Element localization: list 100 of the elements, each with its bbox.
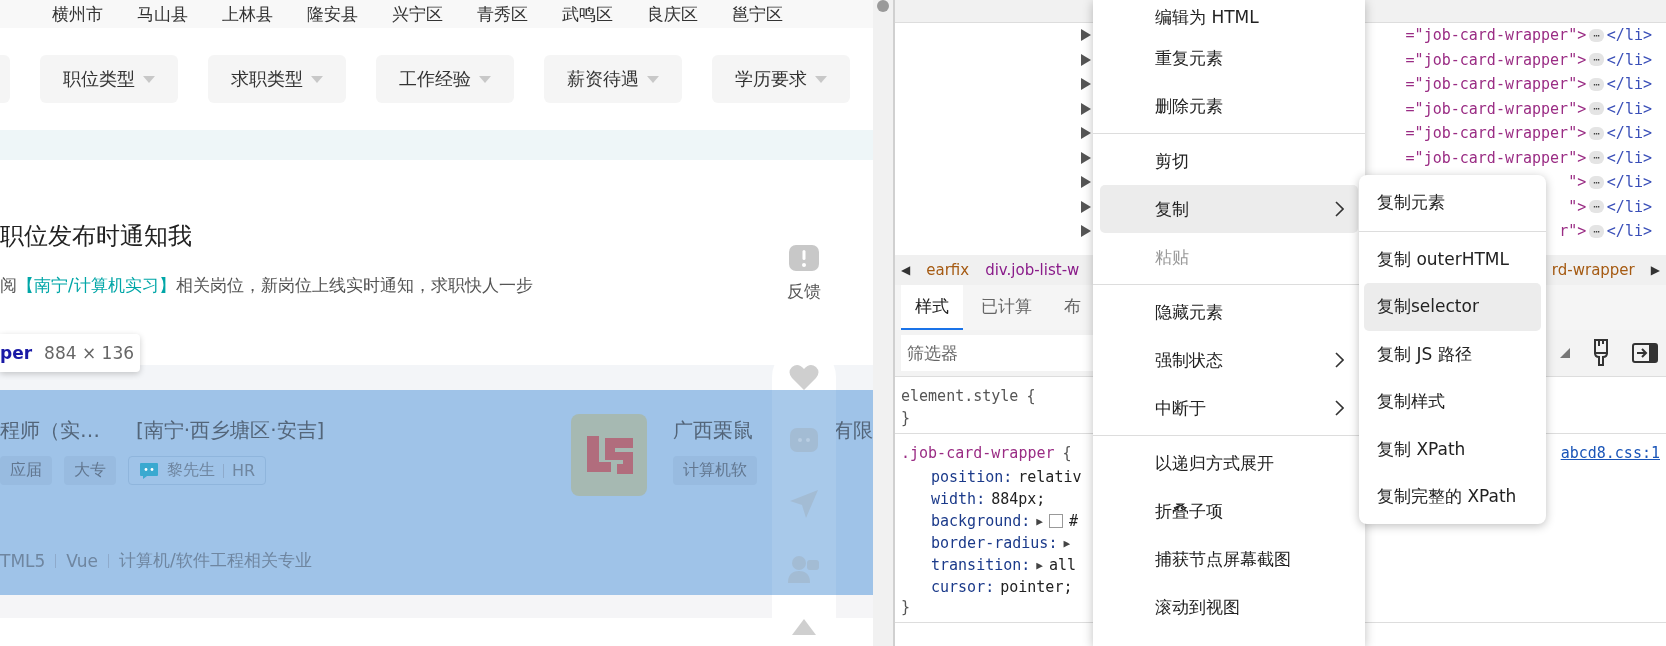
heart-icon bbox=[789, 363, 819, 391]
ellipsis-badge[interactable]: ⋯ bbox=[1589, 200, 1604, 214]
skill-label: TML5 bbox=[0, 550, 46, 571]
filter-dropdown[interactable]: 薪资待遇 bbox=[544, 55, 682, 103]
closing-tag: </li> bbox=[1606, 124, 1652, 143]
panel-tab[interactable]: 已计算 bbox=[967, 285, 1046, 330]
ellipsis-badge[interactable]: ⋯ bbox=[1589, 102, 1604, 116]
menu-item[interactable]: 编辑为 HTML bbox=[1100, 0, 1358, 34]
expand-toggle[interactable]: ▶ bbox=[1036, 558, 1043, 572]
closing-tag: </li> bbox=[1606, 50, 1652, 69]
menu-item[interactable]: 折叠子项 bbox=[1100, 487, 1358, 535]
ellipsis-badge[interactable]: ⋯ bbox=[1589, 28, 1604, 42]
ellipsis-badge[interactable]: ⋯ bbox=[1589, 77, 1604, 91]
location-tab[interactable]: 武鸣区 bbox=[562, 2, 613, 26]
menu-item[interactable]: 中断于 bbox=[1100, 384, 1358, 432]
caret-icon bbox=[479, 75, 491, 83]
menu-item[interactable]: 复制完整的 XPath bbox=[1364, 473, 1541, 521]
breadcrumb[interactable]: earfix bbox=[926, 261, 970, 279]
expand-toggle[interactable]: ▶ bbox=[1063, 536, 1071, 550]
attribute-value: ="job-card-wrapper"> bbox=[1405, 50, 1587, 69]
property-name: transition: bbox=[931, 556, 1031, 574]
location-tab[interactable]: 邕宁区 bbox=[732, 2, 783, 26]
brush-icon bbox=[1592, 339, 1610, 367]
menu-item[interactable]: 滚动到视图 bbox=[1100, 583, 1358, 631]
property-value: # bbox=[1068, 512, 1078, 530]
css-selector: .job-card-wrapper bbox=[901, 444, 1055, 462]
menu-item[interactable]: 强制状态 bbox=[1100, 336, 1358, 384]
property-name: width: bbox=[931, 490, 986, 508]
scroll-right-button[interactable]: ▶ bbox=[1650, 263, 1660, 277]
alert-icon bbox=[788, 243, 820, 272]
menu-item[interactable]: 剪切 bbox=[1100, 137, 1358, 185]
attribute-value: ="job-card-wrapper"> bbox=[1405, 124, 1587, 143]
feedback-button[interactable]: 反馈 bbox=[787, 243, 821, 303]
css-selector: element.style bbox=[901, 387, 1019, 405]
location-tab[interactable]: 横州市 bbox=[52, 2, 103, 26]
location-tab[interactable]: 兴宁区 bbox=[392, 2, 443, 26]
filter-dropdown[interactable]: 学历要求 bbox=[712, 55, 850, 103]
filter-dropdown[interactable]: 工作经验 bbox=[376, 55, 514, 103]
menu-item[interactable]: 删除元素 bbox=[1100, 82, 1358, 130]
attribute-value: "> bbox=[1568, 197, 1587, 216]
chat-icon bbox=[139, 461, 159, 480]
menu-item[interactable]: 复制元素 bbox=[1364, 179, 1541, 227]
ellipsis-badge[interactable]: ⋯ bbox=[1589, 53, 1604, 67]
filter-dropdown[interactable]: 职位类型 bbox=[40, 55, 178, 103]
expand-icon bbox=[1081, 127, 1091, 140]
color-swatch[interactable] bbox=[1048, 514, 1063, 528]
location-tab[interactable]: 隆安县 bbox=[307, 2, 358, 26]
location-tab[interactable]: 青秀区 bbox=[477, 2, 528, 26]
job-tag: 大专 bbox=[64, 456, 116, 485]
menu-item[interactable]: 复制样式 bbox=[1364, 378, 1541, 426]
menu-item[interactable]: 隐藏元素 bbox=[1100, 288, 1358, 336]
menu-item[interactable]: 复制 outerHTML bbox=[1364, 235, 1541, 283]
expand-icon bbox=[1081, 53, 1091, 66]
corner-icon bbox=[1560, 348, 1570, 358]
property-name: position: bbox=[931, 468, 1013, 486]
expand-icon bbox=[1081, 102, 1091, 115]
expand-toggle[interactable]: ▶ bbox=[1036, 514, 1043, 528]
panel-tab[interactable]: 样式 bbox=[901, 285, 963, 330]
ellipsis-badge[interactable]: ⋯ bbox=[1589, 224, 1604, 238]
company-logo-icon bbox=[571, 414, 647, 496]
css-brace: } bbox=[901, 598, 911, 618]
css-brace: } bbox=[901, 409, 911, 429]
scroll-left-button[interactable]: ◀ bbox=[901, 263, 911, 277]
breadcrumb[interactable]: div.job-list-w bbox=[985, 261, 1080, 279]
location-tab[interactable]: 马山县 bbox=[137, 2, 188, 26]
expand-icon bbox=[1081, 151, 1091, 164]
menu-item[interactable]: 捕获节点屏幕截图 bbox=[1100, 535, 1358, 583]
attribute-value: ="job-card-wrapper"> bbox=[1405, 148, 1587, 167]
menu-item[interactable]: 重复元素 bbox=[1100, 34, 1358, 82]
property-name: border-radius: bbox=[931, 534, 1058, 552]
sidebar-toggle-icon bbox=[1632, 343, 1658, 363]
subscription-text: 阅【南宁/计算机实习】相关岗位，新岗位上线实时通知，求职快人一步 bbox=[0, 274, 533, 297]
scrollbar[interactable] bbox=[873, 0, 893, 646]
property-value: all bbox=[1048, 556, 1077, 574]
ellipsis-badge[interactable]: ⋯ bbox=[1589, 175, 1604, 189]
source-link[interactable]: abcd8.css:1 bbox=[1560, 444, 1660, 462]
ellipsis-badge[interactable]: ⋯ bbox=[1589, 151, 1604, 165]
menu-item[interactable]: 复制 JS 路径 bbox=[1364, 330, 1541, 378]
location-tab[interactable]: 上林县 bbox=[222, 2, 273, 26]
menu-item[interactable]: 复制 bbox=[1100, 185, 1358, 233]
css-brace: { bbox=[1062, 444, 1072, 462]
css-brace: { bbox=[1026, 387, 1036, 405]
property-value: pointer; bbox=[1000, 578, 1073, 596]
menu-item[interactable]: 复制 XPath bbox=[1364, 425, 1541, 473]
closing-tag: </li> bbox=[1606, 99, 1652, 118]
menu-item[interactable]: 以递归方式展开 bbox=[1100, 439, 1358, 487]
filter-dropdown[interactable]: 求职类型 bbox=[208, 55, 346, 103]
expand-icon bbox=[1081, 29, 1091, 42]
breadcrumb[interactable]: rd-wrapper bbox=[1551, 261, 1635, 279]
expand-icon bbox=[1081, 176, 1091, 189]
recruiter-role: HR bbox=[232, 461, 256, 480]
location-tab[interactable]: 良庆区 bbox=[647, 2, 698, 26]
ellipsis-badge[interactable]: ⋯ bbox=[1589, 126, 1604, 140]
panel-tab[interactable]: 布 bbox=[1050, 285, 1095, 330]
closing-tag: </li> bbox=[1606, 75, 1652, 94]
attribute-value: ="job-card-wrapper"> bbox=[1405, 26, 1587, 45]
menu-item[interactable]: 复制selector bbox=[1364, 283, 1541, 331]
expand-icon bbox=[1081, 225, 1091, 238]
closing-tag: </li> bbox=[1606, 26, 1652, 45]
job-location: [南宁·西乡塘区·安吉] bbox=[136, 416, 325, 444]
